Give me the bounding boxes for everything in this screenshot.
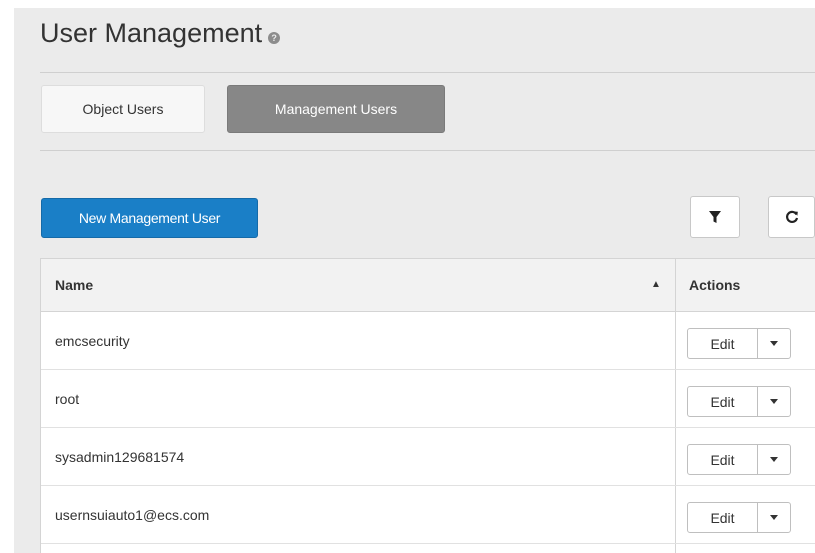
tab-management-users[interactable]: Management Users <box>227 85 445 133</box>
user-name-cell: usernsuiauto1@ecs.com <box>55 506 210 523</box>
edit-split-button: Edit <box>687 444 791 475</box>
actions-dropdown-toggle[interactable] <box>758 387 790 416</box>
refresh-icon <box>785 210 798 223</box>
edit-button[interactable]: Edit <box>688 387 758 416</box>
column-header-name[interactable]: Name <box>55 259 655 311</box>
user-name-cell: root <box>55 390 80 407</box>
table-row: root Edit <box>41 370 815 428</box>
page: User Management ? Object Users Managemen… <box>0 0 815 553</box>
new-management-user-button[interactable]: New Management User <box>41 198 258 238</box>
tab-object-users[interactable]: Object Users <box>41 85 205 133</box>
tabs-divider <box>40 150 815 151</box>
filter-button[interactable] <box>690 196 740 238</box>
column-header-name-label: Name <box>55 277 94 293</box>
edit-split-button: Edit <box>687 502 791 533</box>
caret-down-icon <box>770 457 778 462</box>
user-name-cell: emcsecurity <box>55 332 130 349</box>
management-users-table: Name ▲ Actions emcsecurity Edit root Edi… <box>40 258 815 553</box>
column-header-actions-label: Actions <box>689 277 741 293</box>
column-header-actions: Actions <box>689 259 740 311</box>
tab-object-users-label: Object Users <box>82 101 164 117</box>
page-title-text: User Management <box>40 18 263 48</box>
table-row: emcsecurity Edit <box>41 312 815 370</box>
edit-split-button: Edit <box>687 328 791 359</box>
actions-dropdown-toggle[interactable] <box>758 503 790 532</box>
user-name-cell: sysadmin129681574 <box>55 448 185 465</box>
edit-button[interactable]: Edit <box>688 445 758 474</box>
actions-dropdown-toggle[interactable] <box>758 445 790 474</box>
edit-button[interactable]: Edit <box>688 329 758 358</box>
edit-button[interactable]: Edit <box>688 503 758 532</box>
title-divider <box>40 72 815 73</box>
page-title: User Management ? <box>40 18 281 49</box>
refresh-button[interactable] <box>768 196 815 238</box>
caret-down-icon <box>770 341 778 346</box>
actions-dropdown-toggle[interactable] <box>758 329 790 358</box>
tab-management-users-label: Management Users <box>274 101 398 117</box>
sort-ascending-icon[interactable]: ▲ <box>651 279 661 290</box>
table-header: Name ▲ Actions <box>41 259 815 312</box>
caret-down-icon <box>770 399 778 404</box>
question-circle-icon[interactable]: ? <box>268 31 281 44</box>
filter-icon <box>709 210 721 223</box>
table-row: sysadmin129681574 Edit <box>41 428 815 486</box>
edit-split-button: Edit <box>687 386 791 417</box>
table-row: usernsuiauto1@ecs.com Edit <box>41 486 815 544</box>
caret-down-icon <box>770 515 778 520</box>
